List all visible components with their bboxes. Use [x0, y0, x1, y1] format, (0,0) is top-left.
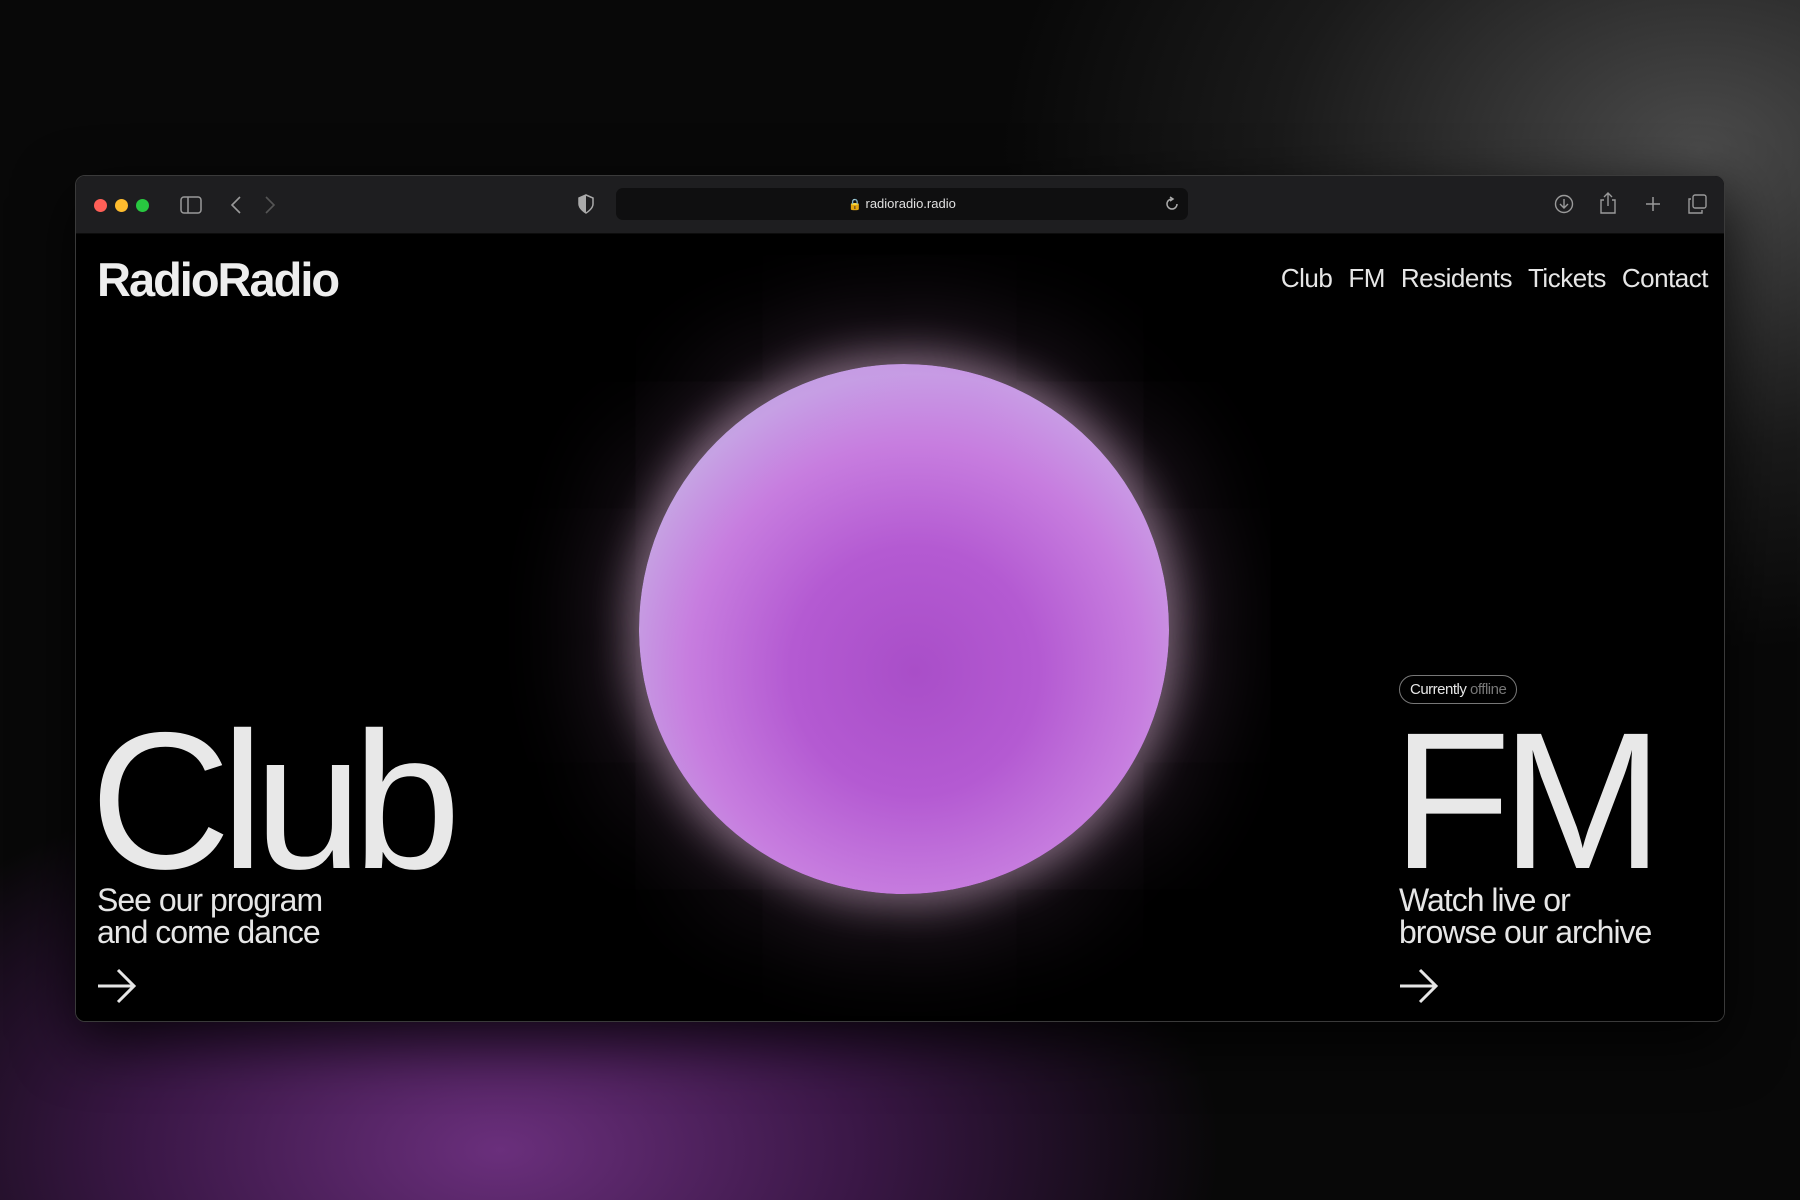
fm-heading[interactable]: FM [1392, 704, 1664, 899]
close-button[interactable] [94, 199, 107, 212]
fm-tagline-1: Watch live or [1399, 882, 1571, 918]
nav-club[interactable]: Club [1281, 263, 1333, 294]
back-icon[interactable] [230, 196, 242, 214]
download-icon[interactable] [1554, 194, 1574, 214]
nav-fm[interactable]: FM [1348, 263, 1385, 294]
glowing-orb [639, 364, 1169, 894]
url-text: radioradio.radio [865, 196, 956, 211]
address-bar[interactable]: 🔒 radioradio.radio [616, 188, 1188, 220]
sidebar-toggle-icon[interactable] [180, 196, 202, 214]
browser-toolbar: 🔒 radioradio.radio [76, 176, 1724, 234]
nav-contact[interactable]: Contact [1622, 263, 1709, 294]
reload-icon[interactable] [1164, 196, 1180, 212]
minimize-button[interactable] [115, 199, 128, 212]
club-heading[interactable]: Club [90, 704, 461, 899]
browser-window: 🔒 radioradio.radio RadioRadio Club FM Re… [75, 175, 1725, 1022]
fm-tagline-2: browse our archive [1399, 914, 1652, 950]
club-tagline-2: and come dance [97, 914, 321, 950]
share-icon[interactable] [1599, 191, 1617, 215]
site-logo[interactable]: RadioRadio [97, 252, 340, 307]
new-tab-icon[interactable] [1644, 195, 1662, 213]
lock-icon: 🔒 [848, 199, 862, 211]
forward-icon[interactable] [264, 196, 276, 214]
nav-tickets[interactable]: Tickets [1528, 263, 1606, 294]
tab-overview-icon[interactable] [1687, 194, 1707, 214]
zoom-button[interactable] [136, 199, 149, 212]
nav-residents[interactable]: Residents [1401, 263, 1513, 294]
fm-arrow-icon[interactable] [1398, 966, 1440, 1006]
web-page: RadioRadio Club FM Residents Tickets Con… [76, 234, 1724, 1021]
club-arrow-icon[interactable] [96, 966, 138, 1006]
privacy-shield-icon[interactable] [578, 194, 594, 214]
club-tagline-1: See our program [97, 882, 323, 918]
main-nav: Club FM Residents Tickets Contact [1281, 263, 1709, 294]
